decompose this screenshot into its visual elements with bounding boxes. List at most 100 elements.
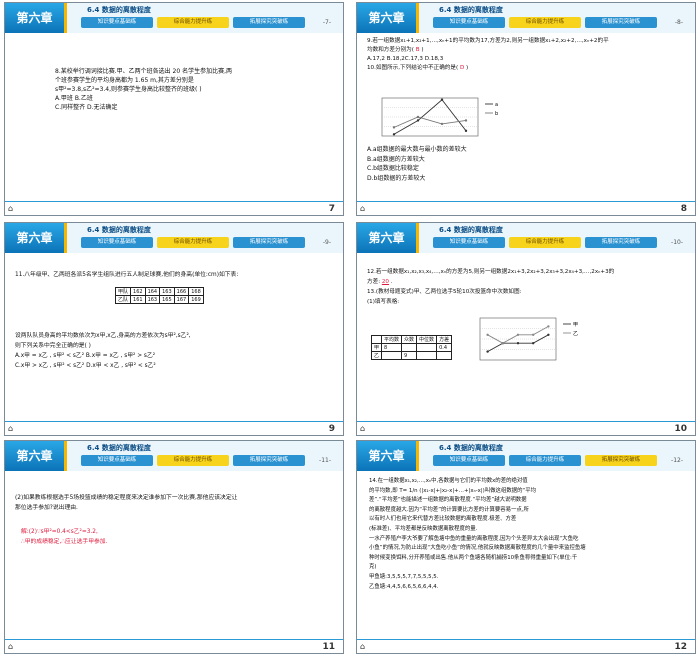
- text-line: (2)如果教练根据选手5场投篮成绩的稳定程度来决定谁参加下一次比赛,那他应该决定…: [15, 495, 238, 501]
- text-line: 以有时人们也用它来代替方差比较数据的离散程度.极差、方差: [369, 516, 517, 523]
- table-row: 乙队 161 163 165 167 169: [114, 295, 204, 304]
- home-icon[interactable]: ⌂: [8, 424, 13, 433]
- table-cell: [381, 351, 403, 360]
- tab-comprehensive[interactable]: 综合能力提升练: [157, 455, 229, 466]
- text-line: A.甲班 B.乙班: [55, 95, 93, 102]
- tab-bar: 知识要点基础练 综合能力提升练 拓展探究突破练: [433, 17, 657, 28]
- slide-number: 10: [674, 424, 687, 434]
- table-cell: 乙队: [114, 295, 132, 304]
- tab-extension[interactable]: 拓展探究突破练: [233, 17, 305, 28]
- option-ab: A.x甲 = x乙 , s甲² < s乙² B.x甲 = x乙 , s甲² > …: [15, 353, 156, 359]
- tab-extension[interactable]: 拓展探究突破练: [233, 455, 305, 466]
- tab-basic[interactable]: 知识要点基础练: [81, 455, 153, 466]
- data-point: [440, 122, 444, 126]
- table-cell: [416, 351, 438, 360]
- option-c: C.b组数据比较稳定: [367, 165, 419, 172]
- text-line: 一水产养殖户李大爷要了解鱼塘中鱼的重量的离散程度,因为个头差异太大会出现“大鱼吃: [369, 535, 579, 542]
- slide-11[interactable]: 第六章 6.4 数据的离散程度 知识要点基础练 综合能力提升练 拓展探究突破练 …: [4, 440, 344, 654]
- tab-comprehensive[interactable]: 综合能力提升练: [509, 17, 581, 28]
- tab-bar: 知识要点基础练 综合能力提升练 拓展探究突破练: [81, 237, 305, 248]
- slide-header: 第六章 6.4 数据的离散程度 知识要点基础练 综合能力提升练 拓展探究突破练 …: [357, 223, 695, 253]
- slide-header: 第六章 6.4 数据的离散程度 知识要点基础练 综合能力提升练 拓展探究突破练 …: [5, 441, 343, 471]
- chapter-badge: 第六章: [5, 441, 67, 471]
- table-cell: 165: [159, 295, 175, 304]
- text-line: (标准差)、平均差都是反映数据离散程度的量.: [369, 525, 478, 532]
- option-d: D.b组数据的方差较大: [367, 174, 426, 182]
- data-point: [486, 333, 489, 336]
- text-line: 8.某校举行调词接比赛.甲、乙两个班各选出 20 名学生参加比赛,两: [55, 68, 232, 75]
- slide-12[interactable]: 第六章 6.4 数据的离散程度 知识要点基础练 综合能力提升练 拓展探究突破练 …: [356, 440, 696, 654]
- question-text: 8.某校举行调词接比赛.甲、乙两个班各选出 20 名学生参加比赛,两 个班参赛学…: [55, 67, 333, 112]
- slide-footer: ⌂ 9: [5, 421, 343, 435]
- chapter-badge: 第六章: [357, 3, 419, 33]
- text-line: 种时候变换饵料,分开养殖或出售.他从两个鱼塘各随机捕捞10条鱼称得重量如下(单位…: [369, 554, 578, 561]
- options: A.a组数据的最大数与最小数的差较大 B.a组数据的方差较大 C.b组数据比较稳…: [367, 145, 685, 183]
- tab-basic[interactable]: 知识要点基础练: [81, 237, 153, 248]
- text-line: 小鱼”的情况,为防止出现“大鱼吃小鱼”的情况,他就反映数据离散程度的几个量中来监…: [369, 545, 586, 552]
- tab-extension[interactable]: 拓展探究突破练: [585, 455, 657, 466]
- text-line: 的平均数,即 T= 1/n (|x₁-x|+|x₂-x|+…+|xₙ-x|)叫做…: [369, 487, 537, 494]
- slide-10[interactable]: 第六章 6.4 数据的离散程度 知识要点基础练 综合能力提升练 拓展探究突破练 …: [356, 222, 696, 436]
- text-line: 均数和方差分别为( B ): [367, 47, 424, 53]
- slide-header: 第六章 6.4 数据的离散程度 知识要点基础练 综合能力提升练 拓展探究突破练 …: [357, 3, 695, 33]
- tab-basic[interactable]: 知识要点基础练: [81, 17, 153, 28]
- tab-basic[interactable]: 知识要点基础练: [433, 17, 505, 28]
- table-cell: 平均数: [381, 335, 403, 344]
- table-row: 甲 8 0.4: [370, 343, 453, 352]
- tab-extension[interactable]: 拓展探究突破练: [585, 17, 657, 28]
- table-cell: 甲: [370, 343, 383, 352]
- section-title: 6.4 数据的离散程度: [439, 6, 503, 14]
- tab-extension[interactable]: 拓展探究突破练: [585, 237, 657, 248]
- tab-comprehensive[interactable]: 综合能力提升练: [509, 455, 581, 466]
- slide-header: 第六章 6.4 数据的离散程度 知识要点基础练 综合能力提升练 拓展探究突破练 …: [357, 441, 695, 471]
- table-cell: [416, 343, 438, 352]
- home-icon[interactable]: ⌂: [360, 642, 365, 651]
- text-line: C.同样整齐 D.无法确定: [55, 104, 118, 111]
- tab-basic[interactable]: 知识要点基础练: [433, 237, 505, 248]
- table-row: 甲队 162 164 163 166 168: [114, 287, 204, 296]
- home-icon[interactable]: ⌂: [8, 642, 13, 651]
- table-cell: [370, 335, 383, 344]
- home-icon[interactable]: ⌂: [360, 424, 365, 433]
- slide-number: 7: [328, 204, 335, 214]
- home-icon[interactable]: ⌂: [8, 204, 13, 213]
- answer-line: ∴甲的成绩稳定,∴应让选手甲参加.: [21, 539, 108, 545]
- tab-bar: 知识要点基础练 综合能力提升练 拓展探究突破练: [81, 17, 305, 28]
- slide-9[interactable]: 第六章 6.4 数据的离散程度 知识要点基础练 综合能力提升练 拓展探究突破练 …: [4, 222, 344, 436]
- table-cell: 169: [188, 295, 204, 304]
- text-line: 乙鱼塘:4,4,5,6,6,5,6,6,4,4.: [369, 583, 439, 590]
- tab-comprehensive[interactable]: 综合能力提升练: [509, 237, 581, 248]
- tab-basic[interactable]: 知识要点基础练: [433, 455, 505, 466]
- data-point: [501, 342, 504, 345]
- text-line: 克): [369, 564, 377, 571]
- data-point: [416, 115, 420, 119]
- slide-8[interactable]: 第六章 6.4 数据的离散程度 知识要点基础练 综合能力提升练 拓展探究突破练 …: [356, 2, 696, 216]
- data-point: [416, 119, 420, 122]
- answer-text: 解:(2)∵s甲²=0.4<s乙²=3.2, ∴甲的成绩稳定,∴应让选手甲参加.: [21, 527, 333, 547]
- slide-footer: ⌂ 7: [5, 201, 343, 215]
- tab-comprehensive[interactable]: 综合能力提升练: [157, 237, 229, 248]
- slide-7[interactable]: 第六章 6.4 数据的离散程度 知识要点基础练 综合能力提升练 拓展探究突破练 …: [4, 2, 344, 216]
- table-cell: 163: [159, 287, 175, 296]
- data-point: [547, 325, 550, 328]
- data-point: [547, 333, 550, 336]
- page-label: -8-: [674, 19, 683, 26]
- home-icon[interactable]: ⌂: [360, 204, 365, 213]
- tab-extension[interactable]: 拓展探究突破练: [233, 237, 305, 248]
- table-cell: 甲队: [114, 287, 132, 296]
- text-line: A.17,2 B.18,2C.17,3 D.18,3: [367, 56, 444, 62]
- slide-footer: ⌂ 8: [357, 201, 695, 215]
- question-text-2: 设两队队员身高的平均数依次为x甲,x乙,身高的方差依次为s甲²,s乙², 则下列…: [15, 331, 333, 371]
- text-line: s甲²=3.8,s乙²=3.4,则参赛学生身高比较整齐的班级( ): [55, 86, 202, 93]
- tab-bar: 知识要点基础练 综合能力提升练 拓展探究突破练: [433, 237, 657, 248]
- tab-comprehensive[interactable]: 综合能力提升练: [157, 17, 229, 28]
- table-cell: 168: [188, 287, 204, 296]
- table-cell: 162: [130, 287, 146, 296]
- page-label: -9-: [322, 239, 331, 246]
- data-point: [532, 342, 535, 345]
- section-title: 6.4 数据的离散程度: [439, 444, 503, 452]
- slide-number: 8: [680, 204, 687, 214]
- table-cell: 0.4: [436, 343, 453, 352]
- data-point: [464, 119, 468, 122]
- tab-bar: 知识要点基础练 综合能力提升练 拓展探究突破练: [433, 455, 657, 466]
